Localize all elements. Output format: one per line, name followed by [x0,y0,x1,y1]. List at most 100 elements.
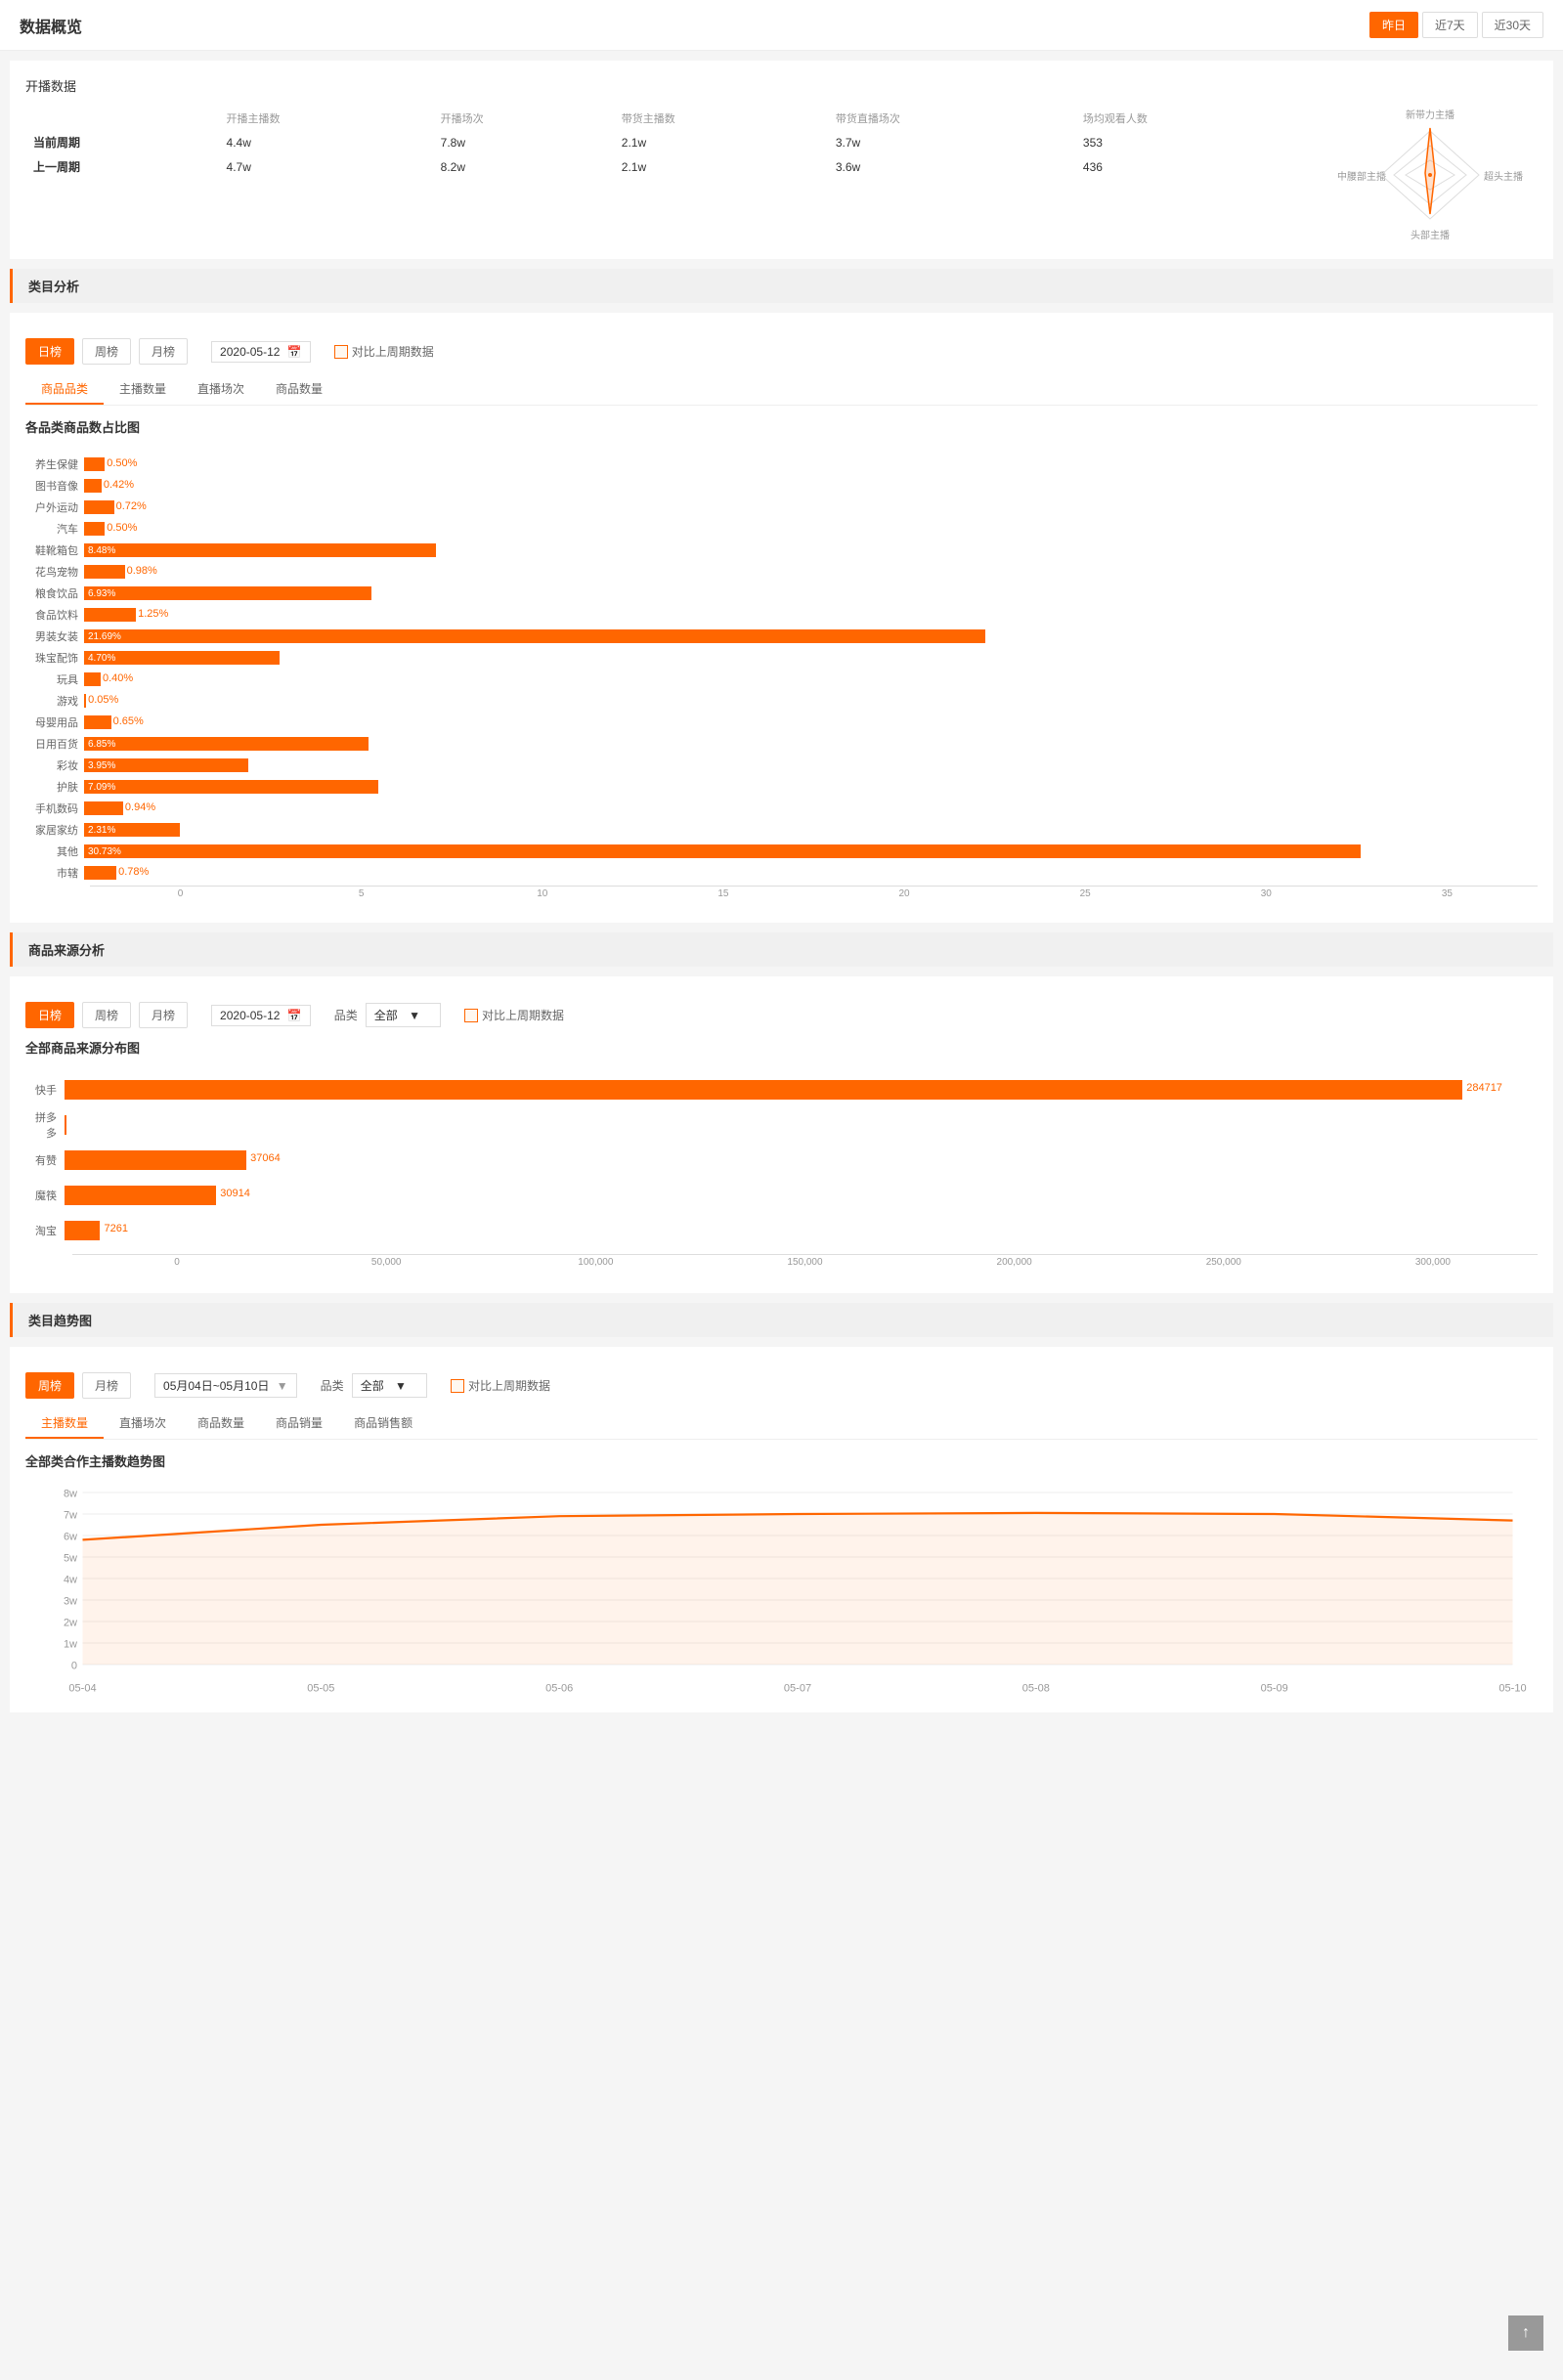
source-category-select[interactable]: 全部 ▼ [366,1003,441,1027]
bar-value: 0.94% [125,801,155,813]
sub-tab-goods-count[interactable]: 商品数量 [260,374,338,405]
sub-tab-broadcaster-count[interactable]: 主播数量 [104,374,182,405]
btn-yesterday[interactable]: 昨日 [1369,12,1418,38]
trend-category-select[interactable]: 全部 ▼ [352,1373,427,1398]
source-bar-outer: 7261 [65,1221,1538,1240]
list-item: 市辖 0.78% [25,864,1538,882]
bar-value-inside: 6.85% [84,739,115,750]
x-axis-tick: 300,000 [1328,1255,1538,1268]
bar-label: 日用百货 [25,736,84,752]
src-tab-weekly[interactable]: 周榜 [82,1002,131,1028]
list-item: 有赞 37064 [25,1148,1538,1172]
trend-sub-tab-broadcaster[interactable]: 主播数量 [25,1408,104,1439]
bar-outer: 6.93% [84,586,1538,600]
trend-sub-tabs: 主播数量 直播场次 商品数量 商品销量 商品销售额 [25,1408,1538,1440]
product-source-card: 日榜 周榜 月榜 2020-05-12 📅 品类 全部 ▼ 对比上周期数据 全部… [10,976,1553,1293]
svg-text:05-10: 05-10 [1498,1683,1526,1695]
scroll-top-button[interactable]: ↑ [1508,2315,1543,2351]
source-bar-fill [65,1186,216,1205]
source-compare-wrap[interactable]: 对比上周期数据 [464,1007,564,1023]
bar-fill: 4.70% [84,651,280,665]
prev-val-4: 3.6w [828,154,1075,179]
broadcast-title: 开播数据 [25,76,1538,95]
src-tab-daily[interactable]: 日榜 [25,1002,74,1028]
btn-7days[interactable]: 近7天 [1422,12,1478,38]
x-axis-tick: 0 [90,887,271,899]
x-axis-tick: 250,000 [1119,1255,1328,1268]
current-val-1: 4.4w [219,130,433,154]
cat-tab-daily[interactable]: 日榜 [25,338,74,365]
trend-date-range-input[interactable]: 05月04日~05月10日 ▼ [154,1373,297,1398]
bar-value: 0.78% [118,866,149,878]
source-date-input[interactable]: 2020-05-12 📅 [211,1005,311,1026]
page-header: 数据概览 昨日 近7天 近30天 [0,0,1563,51]
bar-value-inside: 3.95% [84,760,115,771]
bar-label: 花鸟宠物 [25,564,84,580]
list-item: 日用百货 6.85% [25,735,1538,753]
bar-label: 男装女装 [25,628,84,644]
trend-sub-tab-goods-sales[interactable]: 商品销量 [260,1408,338,1439]
bar-label: 珠宝配饰 [25,650,84,666]
bar-label: 游戏 [25,693,84,709]
list-item: 粮食饮品 6.93% [25,584,1538,602]
current-val-2: 7.8w [433,130,614,154]
x-axis: 05101520253035 [90,886,1538,899]
x-axis-tick: 5 [271,887,452,899]
trend-sub-tab-sessions[interactable]: 直播场次 [104,1408,182,1439]
x-axis-tick: 100,000 [491,1255,700,1268]
source-bar-fill [65,1080,1462,1100]
list-item: 母婴用品 0.65% [25,714,1538,731]
source-label: 拼多多 [25,1109,65,1141]
trend-tab-weekly[interactable]: 周榜 [25,1372,74,1399]
svg-text:4w: 4w [64,1574,77,1585]
svg-text:8w: 8w [64,1488,77,1499]
source-category-label: 品类 [334,1007,358,1023]
category-analysis-header: 类目分析 [10,269,1553,303]
bar-fill [84,522,105,536]
bar-fill [84,457,105,471]
list-item: 食品饮料 1.25% [25,606,1538,624]
list-item: 鞋靴箱包 8.48% [25,541,1538,559]
trend-sub-tab-revenue[interactable]: 商品销售额 [338,1408,428,1439]
category-bar-chart: 养生保健 0.50% 图书音像 0.42% 户外运动 0.72% 汽车 [25,448,1538,907]
list-item: 魔筷 30914 [25,1184,1538,1207]
trend-compare-wrap[interactable]: 对比上周期数据 [451,1377,550,1394]
bar-outer: 0.78% [84,866,1538,880]
trend-tab-monthly[interactable]: 月榜 [82,1372,131,1399]
x-axis-tick: 30 [1176,887,1357,899]
category-filter-row: 日榜 周榜 月榜 2020-05-12 📅 对比上周期数据 [25,328,1538,374]
bar-outer: 0.98% [84,565,1538,579]
compare-checkbox[interactable] [334,345,348,359]
period-prev: 上一周期 [25,154,219,179]
header-buttons: 昨日 近7天 近30天 [1369,12,1543,38]
trend-sub-tab-goods-count[interactable]: 商品数量 [182,1408,260,1439]
cat-tab-weekly[interactable]: 周榜 [82,338,131,365]
trend-line-chart: 01w2w3w4w5w6w7w8w05-0405-0505-0605-0705-… [25,1482,1538,1697]
bar-outer: 0.40% [84,672,1538,686]
prev-val-1: 4.7w [219,154,433,179]
source-bar-outer: 37064 [65,1150,1538,1170]
svg-text:5w: 5w [64,1552,77,1564]
sub-tab-broadcast-sessions[interactable]: 直播场次 [182,374,260,405]
bar-value: 0.72% [116,500,147,512]
category-date-input[interactable]: 2020-05-12 📅 [211,341,311,363]
src-tab-monthly[interactable]: 月榜 [139,1002,188,1028]
radar-label-left: 中腰部主播 [1337,170,1386,183]
compare-checkbox-wrap[interactable]: 对比上周期数据 [334,343,434,360]
category-trend-card: 周榜 月榜 05月04日~05月10日 ▼ 品类 全部 ▼ 对比上周期数据 主播… [10,1347,1553,1712]
x-axis-tick: 0 [72,1255,282,1268]
bar-value: 1.25% [138,608,168,620]
bar-outer: 4.70% [84,651,1538,665]
bar-value-inside: 7.09% [84,782,115,793]
list-item: 家居家纺 2.31% [25,821,1538,839]
x-axis-tick: 15 [632,887,813,899]
btn-30days[interactable]: 近30天 [1482,12,1543,38]
bar-outer: 1.25% [84,608,1538,622]
cat-tab-monthly[interactable]: 月榜 [139,338,188,365]
current-val-5: 353 [1075,130,1323,154]
bar-label: 图书音像 [25,478,84,494]
source-compare-checkbox[interactable] [464,1009,478,1022]
trend-compare-checkbox[interactable] [451,1379,464,1393]
sub-tab-goods-category[interactable]: 商品品类 [25,374,104,405]
x-axis-tick: 200,000 [910,1255,1119,1268]
